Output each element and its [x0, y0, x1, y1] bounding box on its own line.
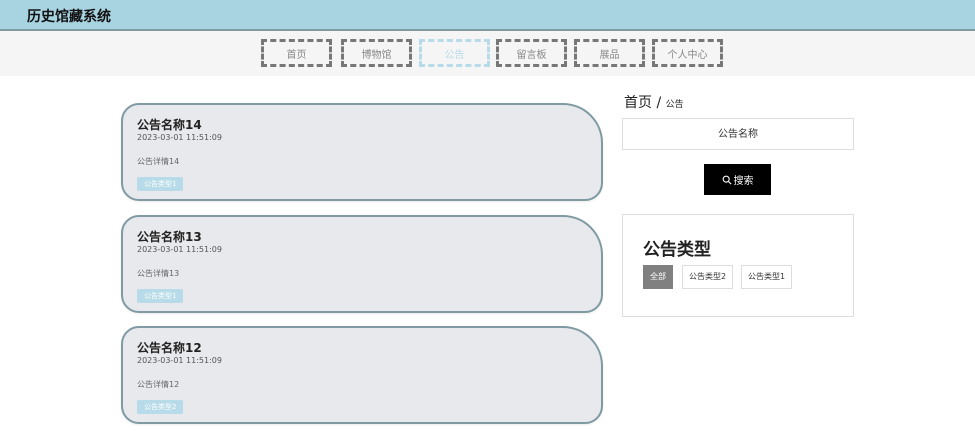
notice-card[interactable]: 公告名称14 2023-03-01 11:51:09 公告详情14 公告类型1 [121, 103, 603, 201]
notice-title: 公告名称13 [137, 230, 202, 244]
breadcrumb-current: 公告 [665, 100, 684, 110]
notice-type-filter: 公告类型 全部 公告类型2 公告类型1 [622, 214, 854, 317]
type-option-2[interactable]: 公告类型2 [682, 265, 734, 289]
breadcrumb-separator: / [652, 95, 666, 111]
type-heading: 公告类型 [643, 240, 711, 260]
nav-bar: 首页 博物馆 公告 留言板 展品 个人中心 [0, 31, 975, 76]
search-button[interactable]: 搜索 [704, 164, 771, 195]
notice-time: 2023-03-01 11:51:09 [137, 245, 222, 254]
notice-detail: 公告详情14 [137, 157, 180, 166]
notice-title: 公告名称12 [137, 341, 202, 355]
notice-type-tag: 公告类型1 [137, 177, 184, 191]
top-header: 历史馆藏系统 [0, 0, 975, 31]
type-option-1[interactable]: 公告类型1 [741, 265, 793, 289]
nav-item-profile[interactable]: 个人中心 [652, 39, 723, 67]
search-input[interactable] [622, 118, 854, 150]
notice-type-tag: 公告类型2 [137, 400, 184, 414]
notice-time: 2023-03-01 11:51:09 [137, 133, 222, 142]
nav-item-museum[interactable]: 博物馆 [341, 39, 412, 67]
type-option-all[interactable]: 全部 [643, 265, 673, 289]
nav-item-notice[interactable]: 公告 [419, 39, 490, 67]
nav-item-message-board[interactable]: 留言板 [496, 39, 567, 67]
nav-item-exhibits[interactable]: 展品 [574, 39, 645, 67]
breadcrumb: 首页 / 公告 [624, 92, 684, 112]
search-icon [722, 175, 732, 185]
nav-item-home[interactable]: 首页 [261, 39, 332, 67]
notice-detail: 公告详情13 [137, 269, 180, 278]
notice-time: 2023-03-01 11:51:09 [137, 356, 222, 365]
breadcrumb-home[interactable]: 首页 [624, 95, 652, 111]
search-button-label: 搜索 [733, 176, 754, 187]
notice-card[interactable]: 公告名称13 2023-03-01 11:51:09 公告详情13 公告类型1 [121, 215, 603, 313]
app-title: 历史馆藏系统 [27, 9, 111, 25]
notice-title: 公告名称14 [137, 118, 202, 132]
notice-type-tag: 公告类型1 [137, 289, 184, 303]
notice-card[interactable]: 公告名称12 2023-03-01 11:51:09 公告详情12 公告类型2 [121, 326, 603, 424]
notice-detail: 公告详情12 [137, 380, 180, 389]
